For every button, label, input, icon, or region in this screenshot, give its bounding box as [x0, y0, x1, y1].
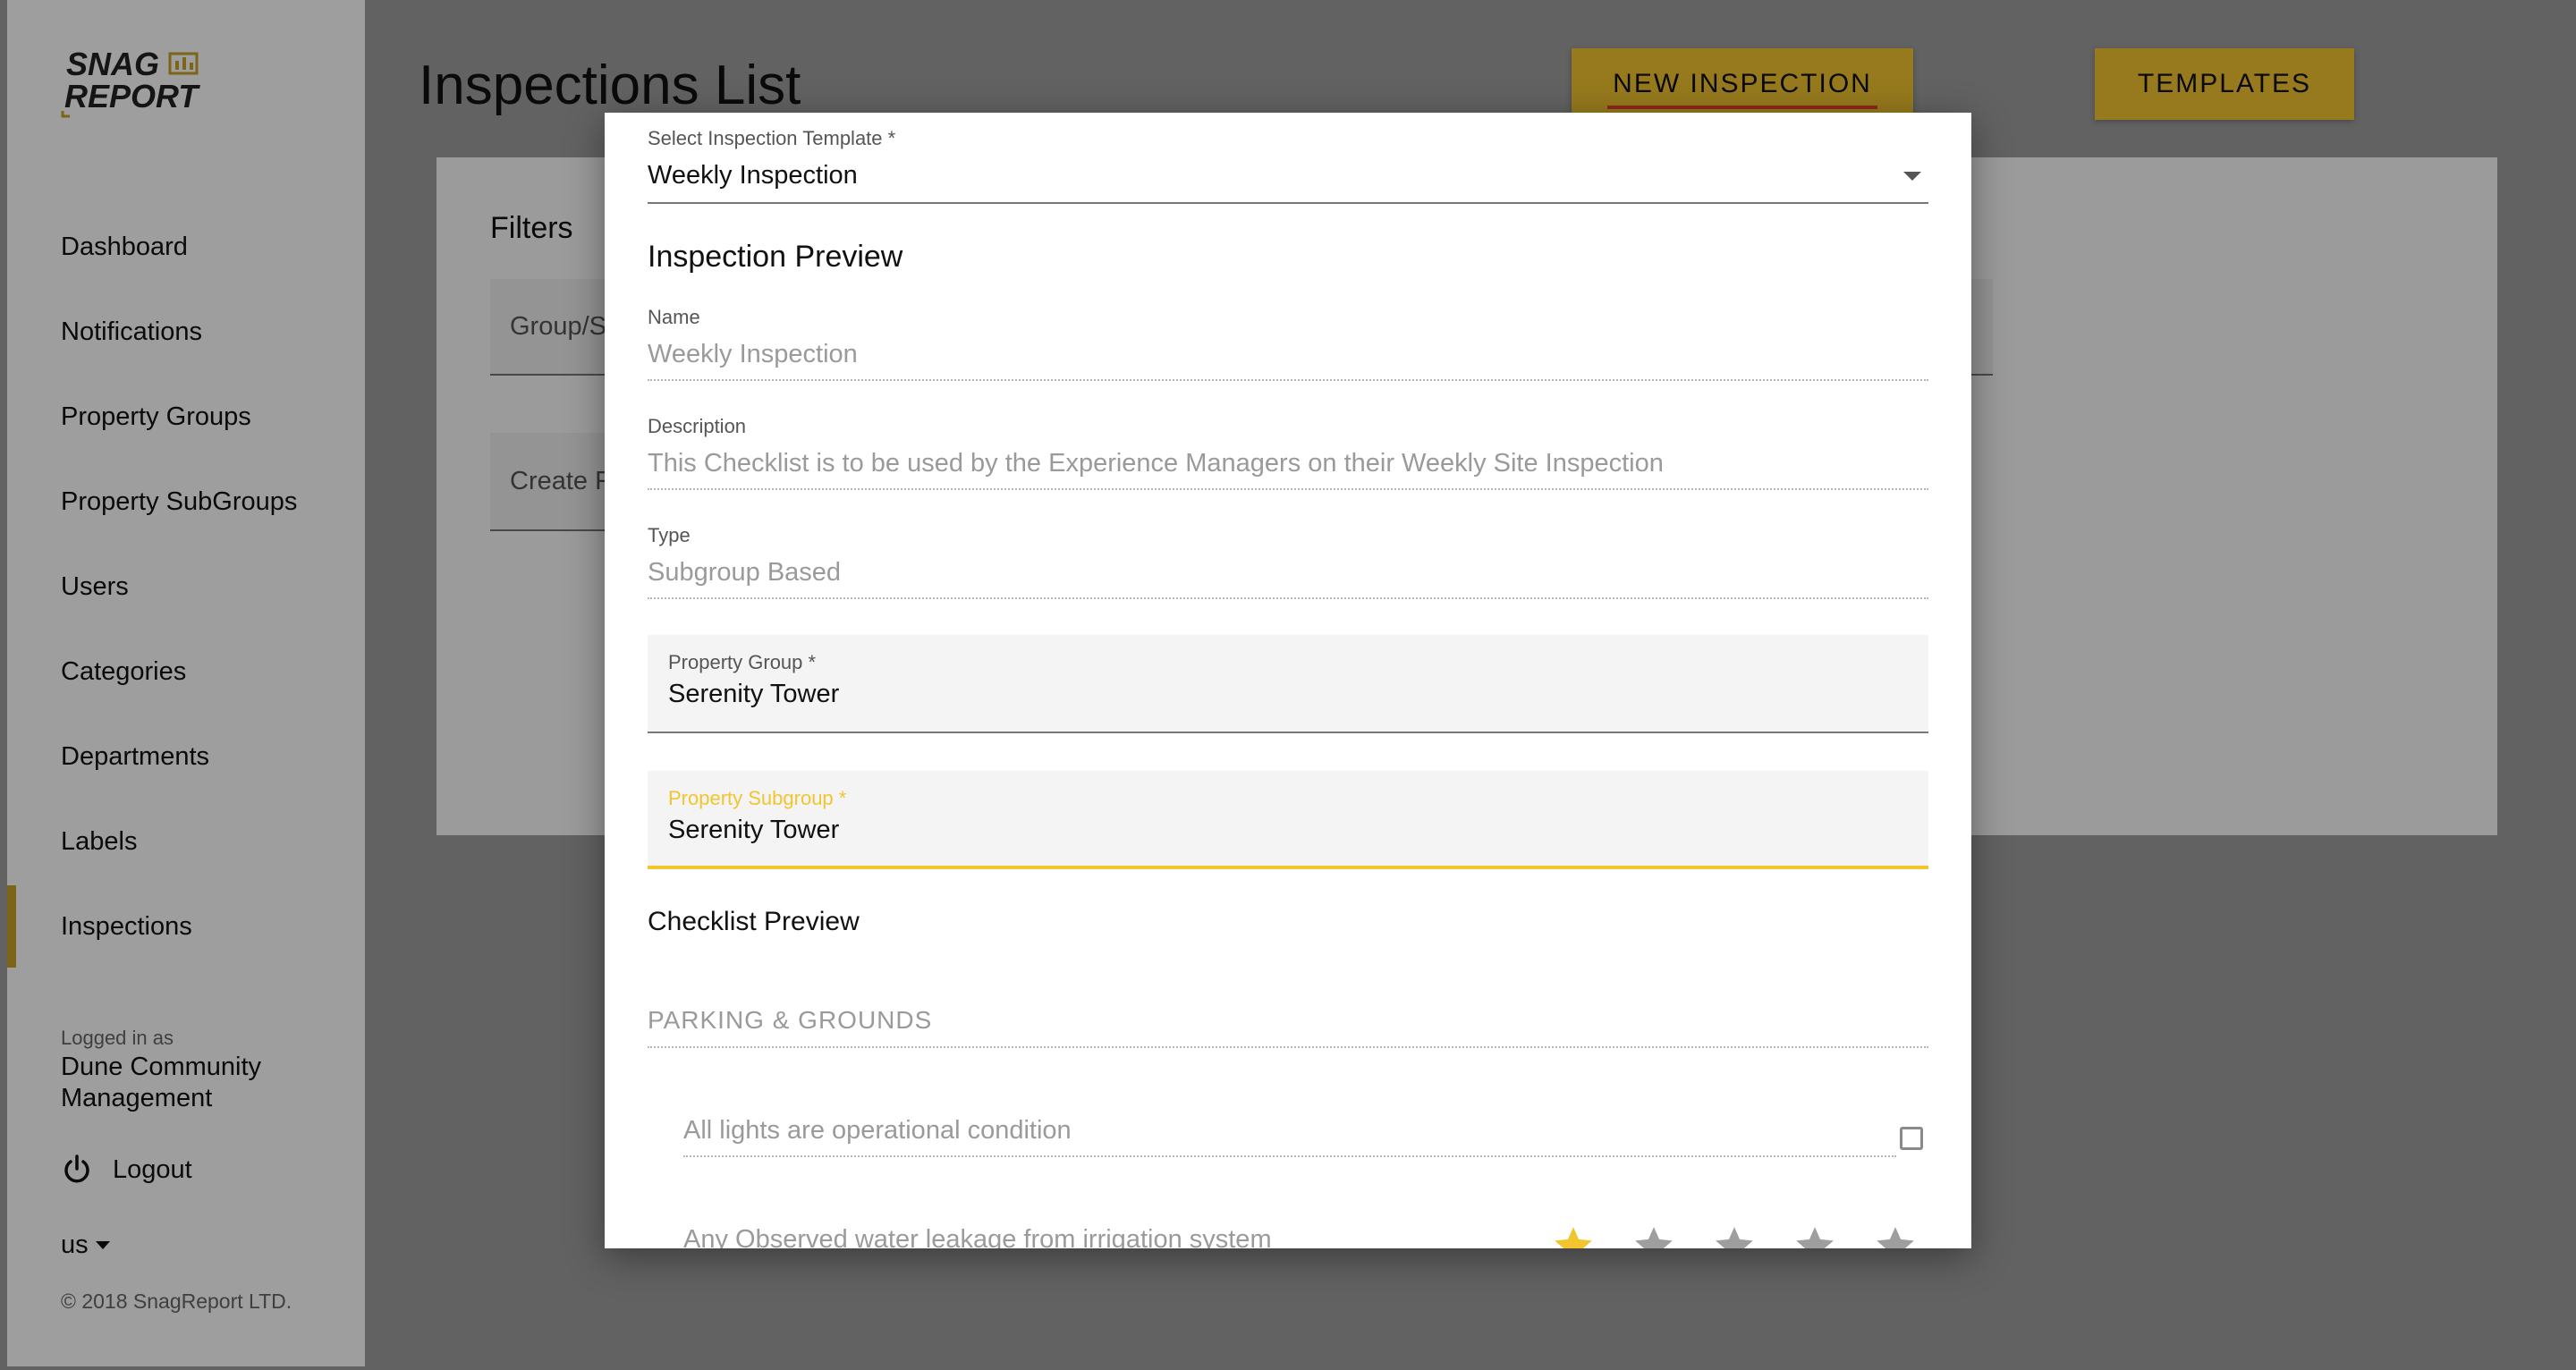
app-window: SNAG REPORT Dashboard Notifications Prop… — [0, 0, 2576, 1370]
checklist-preview-title: Checklist Preview — [648, 907, 860, 936]
property-group-label: Property Group * — [668, 651, 817, 673]
checklist-group-heading: PARKING & GROUNDS — [648, 1006, 933, 1034]
property-subgroup-select[interactable]: Property Subgroup * Serenity Tower — [648, 771, 1928, 869]
description-field-underline — [648, 488, 1928, 490]
star-empty-icon[interactable] — [1712, 1223, 1757, 1248]
property-subgroup-value: Serenity Tower — [668, 816, 840, 844]
dropdown-arrow-icon[interactable] — [1903, 172, 1921, 181]
name-field-underline — [648, 379, 1928, 381]
checklist-item-underline — [683, 1155, 1896, 1157]
template-select-label: Select Inspection Template * — [648, 127, 896, 149]
name-field: Weekly Inspection — [648, 340, 858, 368]
type-label: Type — [648, 524, 691, 546]
star-filled-icon[interactable] — [1551, 1223, 1596, 1248]
property-group-value: Serenity Tower — [668, 680, 840, 708]
new-inspection-dialog: Select Inspection Template * Weekly Insp… — [605, 113, 1971, 1248]
template-select-underline — [648, 202, 1928, 204]
checklist-item-text: Any Observed water leakage from irrigati… — [683, 1225, 1272, 1248]
type-field-underline — [648, 597, 1928, 599]
star-empty-icon[interactable] — [1792, 1223, 1837, 1248]
template-select[interactable]: Weekly Inspection — [648, 161, 858, 190]
checklist-item-text: All lights are operational condition — [683, 1116, 1072, 1145]
description-label: Description — [648, 415, 747, 437]
property-subgroup-label: Property Subgroup * — [668, 787, 847, 809]
checklist-item-checkbox[interactable] — [1900, 1127, 1923, 1150]
type-field: Subgroup Based — [648, 558, 842, 587]
star-empty-icon[interactable] — [1631, 1223, 1676, 1248]
checklist-group-underline — [648, 1046, 1928, 1048]
star-empty-icon[interactable] — [1873, 1223, 1918, 1248]
name-label: Name — [648, 306, 700, 328]
property-group-select[interactable]: Property Group * Serenity Tower — [648, 635, 1928, 733]
rating-stars[interactable] — [1551, 1223, 1918, 1248]
description-field: This Checklist is to be used by the Expe… — [648, 449, 1664, 478]
inspection-preview-title: Inspection Preview — [648, 240, 903, 274]
